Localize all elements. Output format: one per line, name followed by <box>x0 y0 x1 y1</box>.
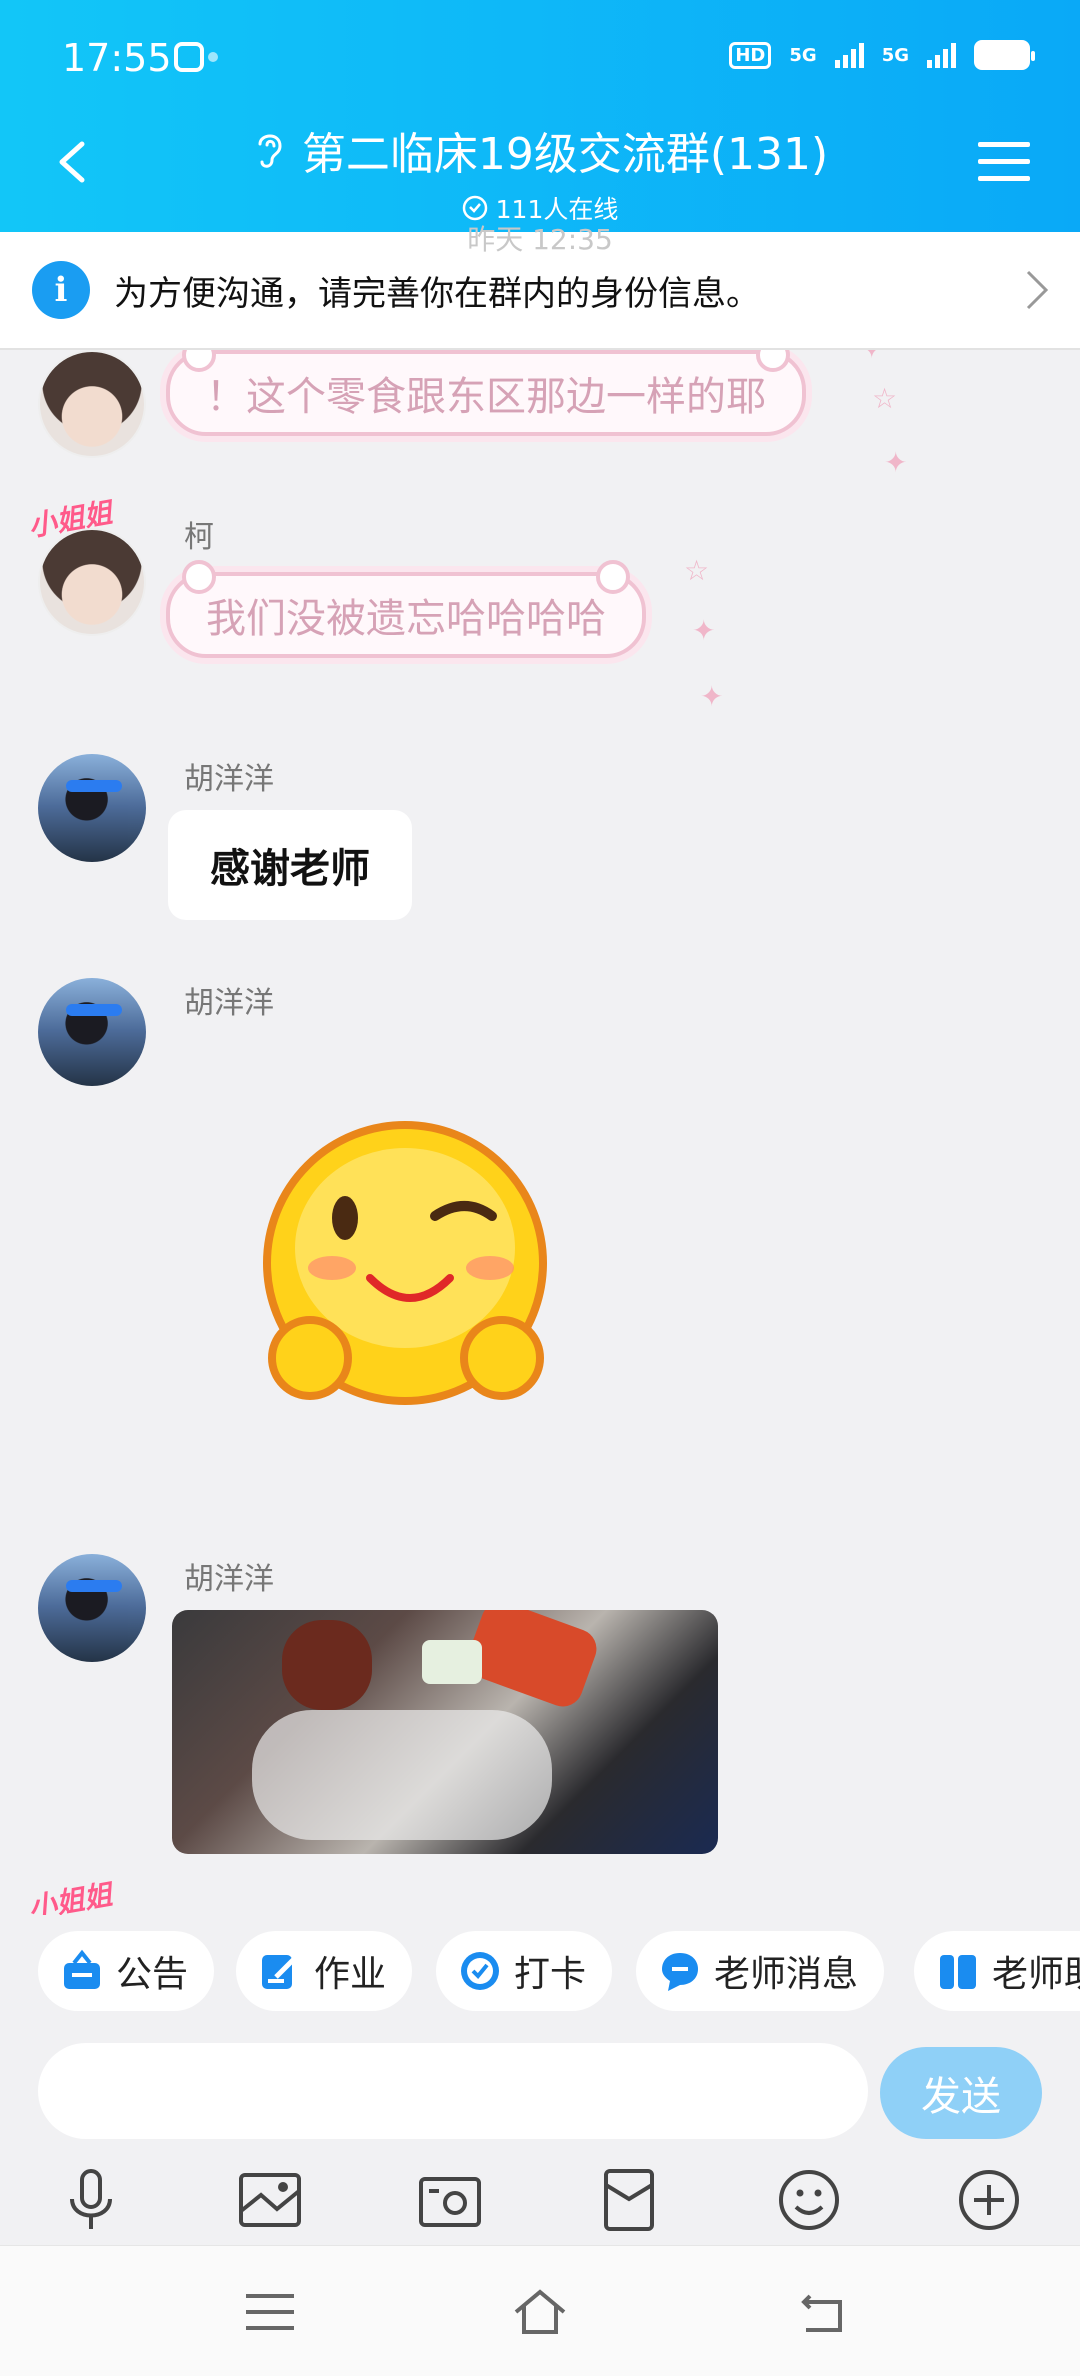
sparkle-icon: ✦ <box>700 680 724 713</box>
edit-icon <box>262 1955 298 1989</box>
star-icon: ☆ <box>684 554 710 587</box>
message-bubble[interactable]: ！这个零食跟东区那边一样的耶 <box>166 350 806 436</box>
tab-homework[interactable]: 作业 <box>236 1931 413 2011</box>
notification-icon <box>174 42 204 72</box>
tab-announcement[interactable]: 公告 <box>38 1931 215 2011</box>
tab-label: 老师消息 <box>714 1954 859 1995</box>
emoji-icon[interactable] <box>774 2165 844 2235</box>
snacks-photo[interactable] <box>172 1610 718 1854</box>
sparkle-icon: ✦ <box>884 446 908 479</box>
tab-label: 打卡 <box>514 1954 587 1995</box>
star-icon: ☆ <box>872 382 898 415</box>
status-bar: 17:55 HD 5G 5G <box>62 36 1035 86</box>
message-text: 感谢老师 <box>210 845 370 892</box>
tab-label: 老师助 <box>992 1954 1080 1995</box>
quick-tabs: 公告 作业 打卡 老师消息 老师助 <box>0 1915 1080 2025</box>
hd-icon: HD <box>729 41 772 69</box>
chat-title-block[interactable]: 第二临床19级交流群(131) 111人在线 <box>0 118 1080 226</box>
menu-icon[interactable] <box>978 142 1030 182</box>
notification-dot-icon <box>208 52 218 62</box>
app-header: 17:55 HD 5G 5G 第二临床19级交流群(131) 111人在线 <box>0 0 1080 232</box>
avatar[interactable] <box>38 978 146 1086</box>
message-list[interactable]: 柯 ！这个零食跟东区那边一样的耶 ✦ ☆ ✦ 小姐姐 柯 我们没被遗忘哈哈哈哈 … <box>0 350 1080 1915</box>
back-nav-icon[interactable] <box>796 2286 852 2338</box>
info-icon: i <box>32 261 90 319</box>
sender-name: 柯 <box>184 520 214 555</box>
sender-name: 胡洋洋 <box>184 762 274 797</box>
image-icon[interactable] <box>235 2165 305 2235</box>
composer: 发送 <box>0 2025 1080 2155</box>
message-text: ！这个零食跟东区那边一样的耶 <box>206 374 766 420</box>
signal-icon <box>834 42 864 68</box>
assistant-icon <box>940 1955 976 1989</box>
signal-5g-label-2: 5G <box>881 44 909 66</box>
tab-label: 公告 <box>116 1954 189 1995</box>
send-button[interactable]: 发送 <box>880 2047 1042 2139</box>
avatar[interactable] <box>38 528 146 636</box>
chat-title: 第二临床19级交流群(131) <box>301 129 829 180</box>
tab-teacher-messages[interactable]: 老师消息 <box>636 1931 885 2011</box>
signal-icon-2 <box>927 42 956 68</box>
profile-notice-banner[interactable]: 昨天 12:35 i 为方便沟通，请完善你在群内的身份信息。 <box>0 223 1080 350</box>
signal-5g-label: 5G <box>789 44 817 66</box>
home-icon[interactable] <box>512 2286 568 2338</box>
tab-teacher-assistant[interactable]: 老师助 <box>914 1931 1080 2011</box>
banner-text: 为方便沟通，请完善你在群内的身份信息。 <box>114 273 760 314</box>
message-bubble[interactable]: 感谢老师 <box>168 810 412 920</box>
camera-icon[interactable] <box>415 2165 485 2235</box>
status-time: 17:55 <box>62 36 172 80</box>
system-nav-bar <box>0 2245 1080 2376</box>
message-input[interactable] <box>38 2043 868 2139</box>
announcement-icon <box>64 1949 100 1989</box>
chevron-right-icon <box>1026 270 1049 310</box>
tab-checkin[interactable]: 打卡 <box>436 1931 613 2011</box>
teacher-icon <box>662 1953 698 1991</box>
sparkle-icon: ✦ <box>692 614 716 647</box>
composer-toolbar <box>0 2155 1080 2245</box>
ear-icon <box>258 134 282 168</box>
recent-apps-icon[interactable] <box>242 2286 298 2338</box>
sender-name: 胡洋洋 <box>184 1562 274 1597</box>
member-tag: 小姐姐 <box>26 1877 115 1915</box>
checkin-icon <box>461 1952 499 1990</box>
redpacket-icon[interactable] <box>594 2165 664 2235</box>
message-bubble[interactable]: 我们没被遗忘哈哈哈哈 <box>166 560 646 658</box>
avatar[interactable] <box>38 1554 146 1662</box>
message-time: 昨天 12:35 <box>467 223 613 256</box>
sparkle-icon: ✦ <box>860 350 883 365</box>
battery-icon <box>974 40 1035 70</box>
avatar[interactable] <box>38 754 146 862</box>
tab-label: 作业 <box>314 1954 387 1995</box>
mic-icon[interactable] <box>56 2165 126 2235</box>
avatar[interactable] <box>38 350 146 458</box>
wink-emoji-sticker[interactable] <box>240 1118 570 1418</box>
plus-icon[interactable] <box>954 2165 1024 2235</box>
sender-name: 胡洋洋 <box>184 986 274 1021</box>
message-text: 我们没被遗忘哈哈哈哈 <box>206 596 606 642</box>
